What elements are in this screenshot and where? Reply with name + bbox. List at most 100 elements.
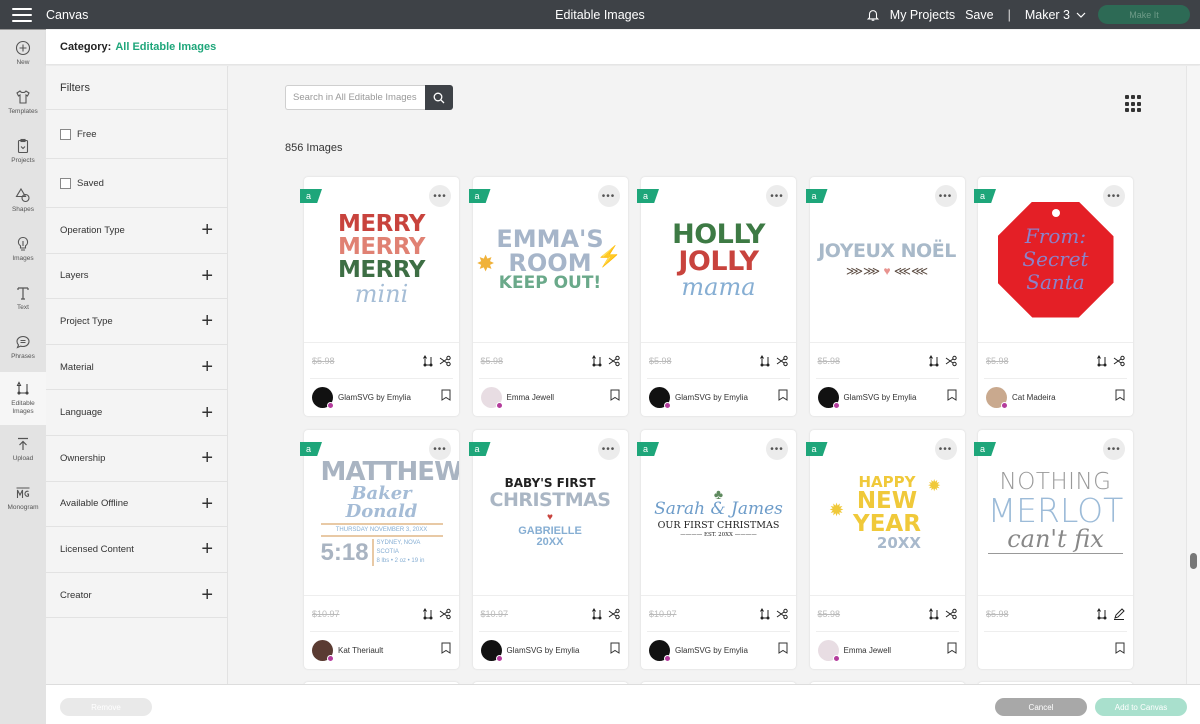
creator-name[interactable]: GlamSVG by Emylia xyxy=(507,646,580,655)
bookmark-icon[interactable] xyxy=(778,642,788,654)
creator-name[interactable]: GlamSVG by Emylia xyxy=(844,393,917,402)
filter-saved-checkbox[interactable]: Saved xyxy=(46,159,227,208)
rail-item-shapes[interactable]: Shapes xyxy=(0,176,46,225)
scissors-icon[interactable] xyxy=(945,608,957,620)
save-bookmark[interactable] xyxy=(778,388,788,406)
scissors-icon[interactable] xyxy=(776,355,788,367)
edit-points-icon[interactable] xyxy=(928,607,940,620)
hamburger-menu-icon[interactable] xyxy=(12,7,32,22)
add-to-canvas-button[interactable]: Add to Canvas xyxy=(1095,698,1187,716)
creator-name[interactable]: GlamSVG by Emylia xyxy=(338,393,411,402)
save-bookmark[interactable] xyxy=(1115,641,1125,659)
scissors-icon[interactable] xyxy=(439,355,451,367)
scissors-icon[interactable] xyxy=(1113,355,1125,367)
creator-name[interactable]: GlamSVG by Emylia xyxy=(675,393,748,402)
bookmark-icon[interactable] xyxy=(947,389,957,401)
image-card[interactable]: a ••• From: Secret Santa $5.98 Cat Madei… xyxy=(974,177,1133,416)
rail-item-templates[interactable]: Templates xyxy=(0,78,46,127)
more-options-button[interactable]: ••• xyxy=(766,438,788,460)
make-it-button[interactable]: Make It xyxy=(1098,5,1190,24)
creator-name[interactable]: Emma Jewell xyxy=(507,393,555,402)
edit-points-icon[interactable] xyxy=(591,354,603,367)
creator-name[interactable]: Cat Madeira xyxy=(1012,393,1056,402)
filter-licensed-content[interactable]: Licensed Content + xyxy=(46,527,227,573)
scrollbar-thumb[interactable] xyxy=(1190,553,1197,569)
cancel-button[interactable]: Cancel xyxy=(995,698,1087,716)
image-card[interactable]: a ••• HOLLY JOLLY mama $5.98 GlamSVG by … xyxy=(637,177,796,416)
image-card[interactable]: a ••• NOTHING MERLOT can't fix $5.98 xyxy=(974,430,1133,669)
save-bookmark[interactable] xyxy=(610,641,620,659)
creator-name[interactable]: GlamSVG by Emylia xyxy=(675,646,748,655)
checkbox[interactable] xyxy=(60,177,71,189)
save-bookmark[interactable] xyxy=(610,388,620,406)
image-card[interactable]: a ••• MERRY MERRY MERRY mini $5.98 GlamS… xyxy=(300,177,459,416)
image-card[interactable]: a ••• MATTHEW Baker Donald THURSDAY NOVE… xyxy=(300,430,459,669)
category-value[interactable]: All Editable Images xyxy=(115,41,216,53)
rail-item-editable-images[interactable]: Editable Images xyxy=(0,372,46,425)
grid-view-icon[interactable] xyxy=(1125,95,1143,113)
edit-points-icon[interactable] xyxy=(422,607,434,620)
creator-name[interactable]: Kat Theriault xyxy=(338,646,383,655)
save-bookmark[interactable] xyxy=(1115,388,1125,406)
checkbox[interactable] xyxy=(60,128,71,140)
edit-points-icon[interactable] xyxy=(759,354,771,367)
creator-name[interactable]: Emma Jewell xyxy=(844,646,892,655)
search-button[interactable] xyxy=(425,85,453,110)
save-bookmark[interactable] xyxy=(441,388,451,406)
image-card[interactable]: a ••• HAPPY NEW YEAR 20XX ✹ ✹ $5.98 Emma… xyxy=(805,430,965,669)
bookmark-icon[interactable] xyxy=(610,642,620,654)
filter-project-type[interactable]: Project Type + xyxy=(46,299,227,345)
edit-points-icon[interactable] xyxy=(1096,354,1108,367)
filter-free-checkbox[interactable]: Free xyxy=(46,110,227,159)
image-card[interactable]: a ••• BABY'S FIRST CHRISTMAS ♥ GABRIELLE… xyxy=(468,430,628,669)
edit-points-icon[interactable] xyxy=(928,354,940,367)
more-options-button[interactable]: ••• xyxy=(934,185,957,207)
bookmark-icon[interactable] xyxy=(610,389,620,401)
save-bookmark[interactable] xyxy=(778,641,788,659)
more-options-button[interactable]: ••• xyxy=(429,438,451,460)
rail-item-monogram[interactable]: Monogram xyxy=(0,474,46,523)
more-options-button[interactable]: ••• xyxy=(597,185,620,207)
scissors-icon[interactable] xyxy=(945,355,957,367)
scissors-icon[interactable] xyxy=(439,608,451,620)
save-link[interactable]: Save xyxy=(965,8,994,22)
edit-points-icon[interactable] xyxy=(422,354,434,367)
edit-points-icon[interactable] xyxy=(1096,607,1108,620)
scissors-icon[interactable] xyxy=(608,608,620,620)
more-options-button[interactable]: ••• xyxy=(1103,185,1125,207)
save-bookmark[interactable] xyxy=(441,641,451,659)
image-card[interactable]: a ••• EMMA'S ROOM KEEP OUT! ✸ ⚡ $5.98 Em… xyxy=(468,177,628,416)
filter-operation-type[interactable]: Operation Type + xyxy=(46,208,227,254)
rail-item-new[interactable]: New xyxy=(0,29,46,78)
more-options-button[interactable]: ••• xyxy=(429,185,451,207)
scissors-icon[interactable] xyxy=(776,608,788,620)
bell-icon[interactable] xyxy=(866,8,880,22)
pen-icon[interactable] xyxy=(1113,607,1125,620)
rail-item-images[interactable]: Images xyxy=(0,225,46,274)
save-bookmark[interactable] xyxy=(947,388,957,406)
rail-item-phrases[interactable]: Phrases xyxy=(0,323,46,372)
more-options-button[interactable]: ••• xyxy=(766,185,788,207)
filter-layers[interactable]: Layers + xyxy=(46,254,227,300)
rail-item-text[interactable]: Text xyxy=(0,274,46,323)
search-input[interactable] xyxy=(285,85,425,110)
filter-ownership[interactable]: Ownership + xyxy=(46,436,227,482)
my-projects-link[interactable]: My Projects xyxy=(890,8,955,22)
edit-points-icon[interactable] xyxy=(759,607,771,620)
more-options-button[interactable]: ••• xyxy=(934,438,957,460)
image-card[interactable]: a ••• ♣ Sarah & James OUR FIRST CHRISTMA… xyxy=(637,430,796,669)
rail-item-projects[interactable]: Projects xyxy=(0,127,46,176)
filter-language[interactable]: Language + xyxy=(46,390,227,436)
bookmark-icon[interactable] xyxy=(778,389,788,401)
image-card[interactable]: a ••• JOYEUX NOËL ⋙⋙ ♥ ⋘⋘ $5.98 GlamSVG … xyxy=(805,177,965,416)
filter-material[interactable]: Material + xyxy=(46,345,227,391)
filter-creator[interactable]: Creator + xyxy=(46,573,227,619)
more-options-button[interactable]: ••• xyxy=(1103,438,1125,460)
rail-item-upload[interactable]: Upload xyxy=(0,425,46,474)
bookmark-icon[interactable] xyxy=(441,642,451,654)
scissors-icon[interactable] xyxy=(608,355,620,367)
bookmark-icon[interactable] xyxy=(947,642,957,654)
edit-points-icon[interactable] xyxy=(591,607,603,620)
filter-available-offline[interactable]: Available Offline + xyxy=(46,482,227,528)
machine-selector[interactable]: Maker 3 xyxy=(1025,8,1086,22)
